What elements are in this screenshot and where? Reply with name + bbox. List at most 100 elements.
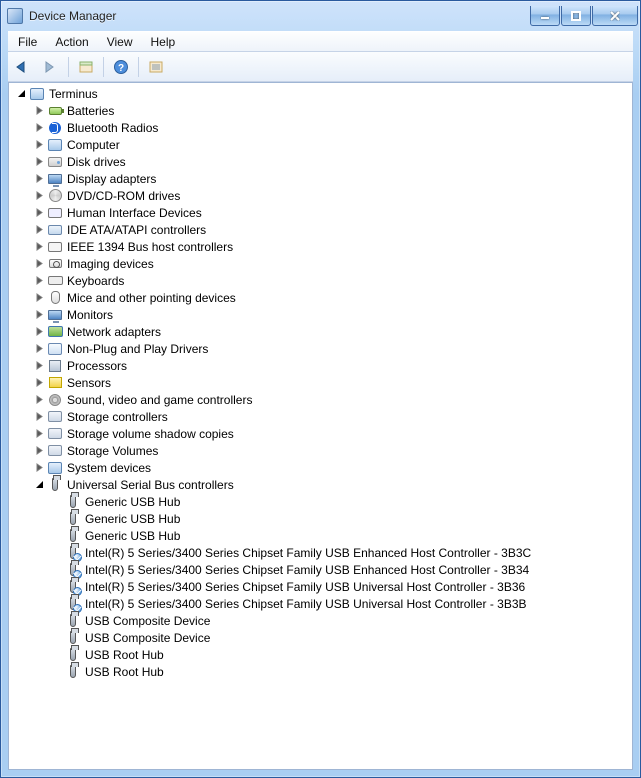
tree-category[interactable]: Network adapters <box>9 323 632 340</box>
category-icon <box>47 120 63 136</box>
menu-action[interactable]: Action <box>47 33 96 51</box>
category-icon <box>47 171 63 187</box>
device-icon <box>65 511 81 527</box>
category-icon <box>47 341 63 357</box>
expand-toggle[interactable] <box>33 241 45 253</box>
expand-toggle[interactable] <box>33 360 45 372</box>
tree-device[interactable]: USB Composite Device <box>9 629 632 646</box>
svg-text:?: ? <box>118 63 124 74</box>
tree-category[interactable]: Monitors <box>9 306 632 323</box>
tree-device[interactable]: Intel(R) 5 Series/3400 Series Chipset Fa… <box>9 561 632 578</box>
tree-item-label: USB Composite Device <box>85 614 216 628</box>
expand-toggle[interactable] <box>33 479 45 491</box>
expand-placeholder <box>51 564 63 576</box>
tree-item-label: Processors <box>67 359 133 373</box>
tree-view[interactable]: Terminus Batteries Bluetooth Radios Comp… <box>8 82 633 770</box>
tree-category[interactable]: Keyboards <box>9 272 632 289</box>
category-icon <box>47 256 63 272</box>
expand-toggle[interactable] <box>33 343 45 355</box>
minimize-button[interactable] <box>530 6 560 26</box>
tree-device[interactable]: Intel(R) 5 Series/3400 Series Chipset Fa… <box>9 578 632 595</box>
expand-toggle[interactable] <box>33 394 45 406</box>
expand-placeholder <box>51 666 63 678</box>
tree-device[interactable]: Generic USB Hub <box>9 510 632 527</box>
expand-toggle[interactable] <box>33 275 45 287</box>
expand-toggle[interactable] <box>33 173 45 185</box>
tree-category[interactable]: DVD/CD-ROM drives <box>9 187 632 204</box>
properties-button[interactable] <box>144 55 168 79</box>
titlebar[interactable]: Device Manager <box>1 1 640 31</box>
tree-category[interactable]: Storage volume shadow copies <box>9 425 632 442</box>
expand-toggle[interactable] <box>15 88 27 100</box>
expand-placeholder <box>51 632 63 644</box>
expand-toggle[interactable] <box>33 207 45 219</box>
tree-device[interactable]: USB Root Hub <box>9 663 632 680</box>
close-button[interactable] <box>592 6 638 26</box>
tree-category[interactable]: Storage Volumes <box>9 442 632 459</box>
expand-toggle[interactable] <box>33 377 45 389</box>
help-button[interactable]: ? <box>109 55 133 79</box>
tree-device[interactable]: Generic USB Hub <box>9 493 632 510</box>
tree-category[interactable]: Bluetooth Radios <box>9 119 632 136</box>
tree-category[interactable]: Mice and other pointing devices <box>9 289 632 306</box>
tree-category[interactable]: Computer <box>9 136 632 153</box>
maximize-button[interactable] <box>561 6 591 26</box>
expand-toggle[interactable] <box>33 258 45 270</box>
tree-device[interactable]: Generic USB Hub <box>9 527 632 544</box>
menu-view[interactable]: View <box>99 33 141 51</box>
expand-toggle[interactable] <box>33 292 45 304</box>
tree-category[interactable]: Processors <box>9 357 632 374</box>
expand-toggle[interactable] <box>33 326 45 338</box>
show-hidden-button[interactable] <box>74 55 98 79</box>
tree-category[interactable]: Human Interface Devices <box>9 204 632 221</box>
tree-category[interactable]: Batteries <box>9 102 632 119</box>
expand-toggle[interactable] <box>33 445 45 457</box>
tree-root[interactable]: Terminus <box>9 85 632 102</box>
tree-category[interactable]: Storage controllers <box>9 408 632 425</box>
tree-category[interactable]: Non-Plug and Play Drivers <box>9 340 632 357</box>
tree-category[interactable]: Imaging devices <box>9 255 632 272</box>
tree-category[interactable]: Sound, video and game controllers <box>9 391 632 408</box>
expand-toggle[interactable] <box>33 224 45 236</box>
expand-toggle[interactable] <box>33 105 45 117</box>
expand-toggle[interactable] <box>33 156 45 168</box>
tree-device[interactable]: Intel(R) 5 Series/3400 Series Chipset Fa… <box>9 595 632 612</box>
expand-toggle[interactable] <box>33 462 45 474</box>
tree-category[interactable]: IEEE 1394 Bus host controllers <box>9 238 632 255</box>
tree-category[interactable]: Sensors <box>9 374 632 391</box>
device-icon <box>65 545 81 561</box>
category-icon <box>47 307 63 323</box>
category-icon <box>47 324 63 340</box>
tree-item-label: USB Root Hub <box>85 665 170 679</box>
forward-button[interactable] <box>39 55 63 79</box>
expand-placeholder <box>51 581 63 593</box>
back-button[interactable] <box>12 55 36 79</box>
tree-category[interactable]: Universal Serial Bus controllers <box>9 476 632 493</box>
tree-item-label: Network adapters <box>67 325 167 339</box>
category-icon <box>47 477 63 493</box>
device-icon <box>65 647 81 663</box>
tree-category[interactable]: Display adapters <box>9 170 632 187</box>
tree-device[interactable]: USB Composite Device <box>9 612 632 629</box>
tree-item-label: Intel(R) 5 Series/3400 Series Chipset Fa… <box>85 597 533 611</box>
menubar: File Action View Help <box>8 31 633 52</box>
expand-toggle[interactable] <box>33 139 45 151</box>
expand-toggle[interactable] <box>33 428 45 440</box>
expand-toggle[interactable] <box>33 190 45 202</box>
tree-category[interactable]: Disk drives <box>9 153 632 170</box>
category-icon <box>47 290 63 306</box>
tree-category[interactable]: System devices <box>9 459 632 476</box>
menu-help[interactable]: Help <box>143 33 184 51</box>
tree-category[interactable]: IDE ATA/ATAPI controllers <box>9 221 632 238</box>
tree-device[interactable]: Intel(R) 5 Series/3400 Series Chipset Fa… <box>9 544 632 561</box>
tree-item-label: Non-Plug and Play Drivers <box>67 342 214 356</box>
expand-toggle[interactable] <box>33 122 45 134</box>
expand-toggle[interactable] <box>33 309 45 321</box>
expand-toggle[interactable] <box>33 411 45 423</box>
usb-icon <box>70 614 76 627</box>
tree-item-label: USB Composite Device <box>85 631 216 645</box>
tree-item-label: Display adapters <box>67 172 162 186</box>
menu-file[interactable]: File <box>10 33 45 51</box>
device-icon <box>65 630 81 646</box>
tree-device[interactable]: USB Root Hub <box>9 646 632 663</box>
